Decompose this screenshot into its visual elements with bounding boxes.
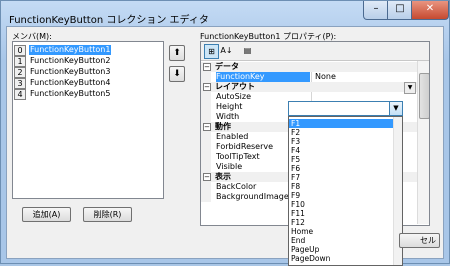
row-gutter	[201, 132, 211, 142]
scrollbar-thumb[interactable]	[419, 73, 429, 119]
dropdown-option[interactable]: F2	[289, 128, 402, 137]
move-up-button[interactable]: ⬆	[169, 45, 185, 61]
collapse-icon[interactable]: −	[203, 83, 211, 91]
arrow-up-icon: ⬆	[173, 48, 181, 58]
minimize-icon: –	[373, 3, 379, 14]
property-value[interactable]: None	[311, 72, 421, 82]
list-item[interactable]: 3 FunctionKeyButton4	[14, 78, 160, 89]
row-gutter	[201, 102, 211, 112]
property-row[interactable]: FunctionKey None	[201, 72, 417, 82]
alphabetical-icon[interactable]: A↓	[220, 44, 233, 57]
dropdown-option[interactable]: F7	[289, 173, 402, 182]
list-item-name: FunctionKeyButton5	[30, 89, 111, 98]
collapse-icon[interactable]: −	[203, 173, 211, 181]
maximize-icon: □	[395, 3, 405, 14]
property-pages-icon[interactable]: ▤	[241, 44, 254, 57]
chevron-down-icon: ▼	[407, 84, 413, 91]
dropdown-option[interactable]: F3	[289, 137, 402, 146]
category-row[interactable]: − レイアウト	[201, 82, 417, 92]
dropdown-option[interactable]: F1	[289, 119, 402, 128]
dropdown-option[interactable]: F10	[289, 200, 402, 209]
categorized-icon[interactable]: ⊞	[204, 44, 219, 59]
collapse-icon[interactable]: −	[203, 63, 211, 71]
row-gutter	[201, 112, 211, 122]
list-item-index: 1	[14, 56, 26, 67]
row-gutter	[201, 162, 211, 172]
row-gutter	[201, 72, 211, 82]
dropdown-option[interactable]: F12	[289, 218, 402, 227]
dropdown-option[interactable]: F6	[289, 164, 402, 173]
minimize-button[interactable]: –	[363, 1, 389, 20]
dropdown-combo[interactable]: ▼	[288, 101, 403, 116]
dropdown-option[interactable]: F8	[289, 182, 402, 191]
row-gutter	[201, 192, 211, 202]
close-button[interactable]: ✕	[411, 1, 449, 20]
cancel-button[interactable]: セル	[399, 233, 440, 248]
arrow-down-icon: ⬇	[173, 69, 181, 79]
dropdown-option[interactable]: F5	[289, 155, 402, 164]
list-item[interactable]: 0 FunctionKeyButton1	[14, 45, 160, 56]
list-item[interactable]: 4 FunctionKeyButton5	[14, 89, 160, 100]
dropdown-option[interactable]: F9	[289, 191, 402, 200]
dropdown-list[interactable]: F1 F2 F3 F4 F5 F6 F7 F8 F9 F10 F11 F12 H…	[288, 116, 403, 266]
function-key-dropdown-button[interactable]: ▼	[404, 82, 416, 94]
list-item[interactable]: 2 FunctionKeyButton3	[14, 67, 160, 78]
list-item-index: 2	[14, 67, 26, 78]
close-icon: ✕	[425, 3, 435, 14]
row-gutter	[201, 142, 211, 152]
dropdown-option[interactable]: PageDown	[289, 254, 402, 263]
row-gutter	[201, 182, 211, 192]
remove-button[interactable]: 削除(R)	[83, 207, 132, 222]
property-toolbar: ⊞ A↓ ▤	[201, 42, 429, 61]
collapse-icon[interactable]: −	[203, 123, 211, 131]
category-name: データ	[215, 62, 239, 71]
list-item-name: FunctionKeyButton2	[30, 56, 111, 65]
row-gutter	[201, 152, 211, 162]
dropdown-option[interactable]: PageUp	[289, 245, 402, 254]
property-name: FunctionKey	[216, 72, 310, 82]
dropdown-option[interactable]: End	[289, 236, 402, 245]
add-button[interactable]: 追加(A)	[22, 207, 71, 222]
move-down-button[interactable]: ⬇	[169, 66, 185, 82]
list-item-name: FunctionKeyButton3	[30, 67, 111, 76]
list-item-name: FunctionKeyButton1	[29, 45, 112, 55]
property-grid-scrollbar[interactable]	[417, 61, 429, 224]
chevron-down-icon[interactable]: ▼	[389, 102, 402, 115]
dropdown-option[interactable]: F11	[289, 209, 402, 218]
list-item-index: 0	[14, 45, 26, 56]
members-list[interactable]: 0 FunctionKeyButton1 1 FunctionKeyButton…	[12, 41, 164, 199]
dropdown-option[interactable]: F4	[289, 146, 402, 155]
row-gutter	[201, 92, 211, 102]
cancel-button-label: セル	[420, 236, 436, 245]
list-item-index: 3	[14, 78, 26, 89]
list-item[interactable]: 1 FunctionKeyButton2	[14, 56, 160, 67]
list-item-name: FunctionKeyButton4	[30, 78, 111, 87]
dropdown-option[interactable]: Home	[289, 227, 402, 236]
category-row[interactable]: − データ	[201, 62, 417, 72]
maximize-button[interactable]: □	[387, 1, 413, 20]
category-name: レイアウト	[215, 82, 255, 91]
list-item-index: 4	[14, 89, 26, 100]
window-title: FunctionKeyButton コレクション エディタ	[9, 15, 209, 26]
